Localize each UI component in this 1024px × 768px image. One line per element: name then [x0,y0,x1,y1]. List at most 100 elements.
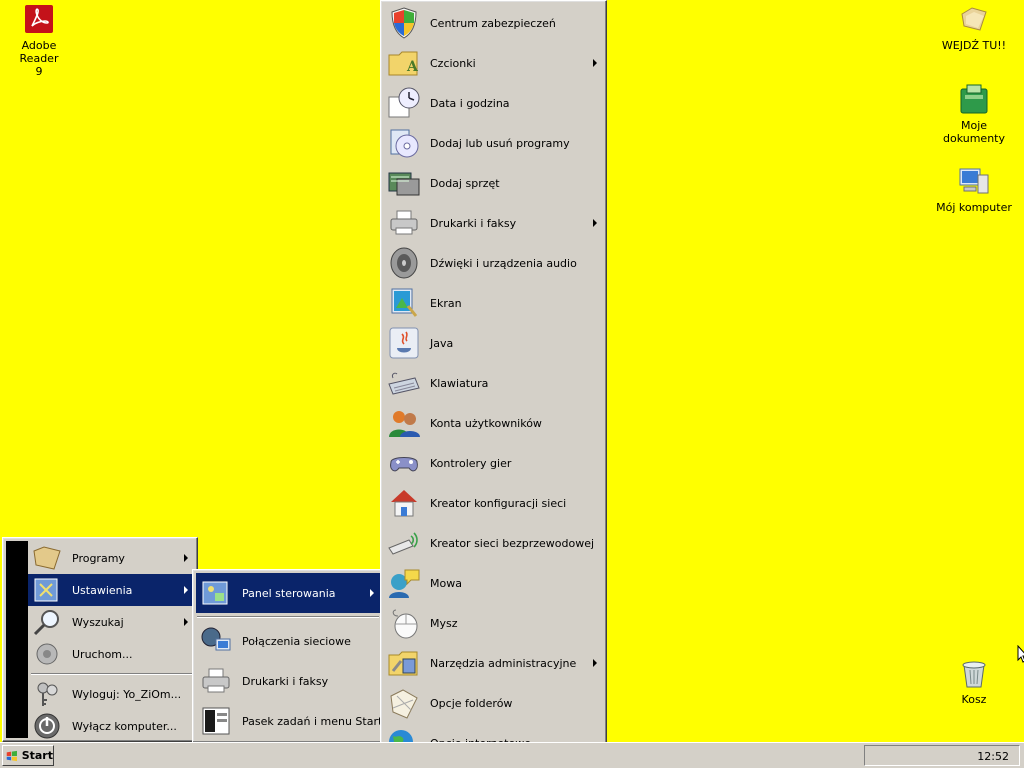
start-item-label: Ustawienia [72,583,133,597]
speech-icon [386,565,422,601]
cp-item-label: Dodaj sprzęt [430,176,500,190]
cp-item-label: Drukarki i faksy [430,216,517,230]
cp-item-user-accounts[interactable]: Konta użytkowników [384,403,603,443]
cp-item-wireless-wizard[interactable]: Kreator sieci bezprzewodowej [384,523,603,563]
cp-item-label: Kontrolery gier [430,456,512,470]
submenu-arrow-icon [593,59,597,67]
cp-item-add-hardware[interactable]: Dodaj sprzęt [384,163,603,203]
java-icon [386,325,422,361]
cp-item-network-setup-wizard[interactable]: Kreator konfiguracji sieci [384,483,603,523]
clock[interactable]: 12:52 [977,750,1009,763]
desktop-icon-label: WEJDŹ TU!! [941,39,1007,52]
desktop-icon-adobe-reader[interactable]: Adobe Reader 9 [1,2,77,78]
cp-item-label: Java [430,336,454,350]
start-item-label: Programy [72,551,125,565]
printer-icon [386,205,422,241]
wireless-icon [386,525,422,561]
start-item-search[interactable]: Wyszukaj [28,606,194,638]
printer-icon [198,663,234,699]
add-remove-programs-icon [386,125,422,161]
folder-options-icon [386,685,422,721]
start-item-settings[interactable]: Ustawienia [28,574,194,606]
desktop-icon-my-computer[interactable]: Mój komputer [936,164,1012,214]
cp-item-label: Klawiatura [430,376,489,390]
submenu-arrow-icon [184,618,188,626]
cp-item-label: Dźwięki i urządzenia audio [430,256,577,270]
windows-flag-icon [6,750,17,761]
network-connections-icon [198,623,234,659]
recycle-bin-icon [957,656,991,690]
svg-text:A: A [406,59,419,75]
control-panel-icon [198,575,234,611]
desktop-icon-recycle-bin[interactable]: Kosz [936,656,1012,706]
cp-item-date-time[interactable]: Data i godzina [384,83,603,123]
desktop-icon-label: Moje dokumenty [943,119,1005,145]
cp-item-label: Centrum zabezpieczeń [430,16,556,30]
start-button[interactable]: Start [2,745,54,766]
settings-submenu: Panel sterowania Połączenia sieciowe Dru… [192,569,384,743]
cp-item-security-center[interactable]: Centrum zabezpieczeń [384,3,603,43]
cp-item-admin-tools[interactable]: Narzędzia administracyjne [384,643,603,683]
start-item-programs[interactable]: Programy [28,542,194,574]
cp-item-label: Mowa [430,576,462,590]
taskbar: Start 12:52 [0,742,1024,768]
folder-icon [957,2,991,36]
cp-item-add-remove-programs[interactable]: Dodaj lub usuń programy [384,123,603,163]
start-item-logoff[interactable]: Wyloguj: Yo_ZiOm... [28,678,194,710]
user-accounts-icon [386,405,422,441]
cp-item-game-controllers[interactable]: Kontrolery gier [384,443,603,483]
desktop-icon-wejdz-tu[interactable]: WEJDŹ TU!! [936,2,1012,52]
submenu-arrow-icon [593,219,597,227]
cp-item-keyboard[interactable]: Klawiatura [384,363,603,403]
settings-item-taskbar[interactable]: Pasek zadań i menu Start [196,701,382,741]
run-icon [30,639,64,669]
desktop-icon-label: Kosz [961,693,987,706]
cp-item-fonts[interactable]: A Czcionki [384,43,603,83]
desktop-icon-label: Mój komputer [936,201,1012,214]
clock-icon [386,85,422,121]
submenu-arrow-icon [184,554,188,562]
mouse-icon [386,605,422,641]
start-button-label: Start [21,749,53,762]
control-panel-submenu: Centrum zabezpieczeń A Czcionki Data i g… [380,0,607,768]
submenu-arrow-icon [370,589,374,597]
start-menu: Programy Ustawienia Wyszukaj Uruchom... … [2,537,198,742]
cp-item-sounds[interactable]: Dźwięki i urządzenia audio [384,243,603,283]
admin-tools-icon [386,645,422,681]
fonts-folder-icon: A [386,45,422,81]
taskbar-icon [198,703,234,739]
cp-item-label: Data i godzina [430,96,510,110]
start-item-run[interactable]: Uruchom... [28,638,194,670]
cp-item-display[interactable]: Ekran [384,283,603,323]
system-tray: 12:52 [864,745,1020,766]
settings-item-network[interactable]: Połączenia sieciowe [196,621,380,661]
settings-item-printers[interactable]: Drukarki i faksy [196,661,380,701]
cp-item-speech[interactable]: Mowa [384,563,603,603]
adobe-reader-icon [22,2,56,36]
start-item-label: Wyloguj: Yo_ZiOm... [72,687,182,701]
logoff-icon [30,679,64,709]
my-documents-icon [957,82,991,116]
programs-icon [30,543,64,573]
desktop-icon-my-documents[interactable]: Moje dokumenty [936,82,1012,145]
settings-icon [30,575,64,605]
cp-item-label: Kreator sieci bezprzewodowej [430,536,595,550]
cp-item-mouse[interactable]: Mysz [384,603,603,643]
cp-item-label: Narzędzia administracyjne [430,656,577,670]
start-item-label: Wyszukaj [72,615,124,629]
desktop-icon-label: Adobe Reader 9 [19,39,59,78]
settings-item-control-panel[interactable]: Panel sterowania [196,573,380,613]
cp-item-label: Konta użytkowników [430,416,542,430]
start-item-shutdown[interactable]: Wyłącz komputer... [28,710,194,742]
settings-item-label: Drukarki i faksy [242,674,329,688]
cp-item-label: Opcje folderów [430,696,513,710]
cp-item-printers[interactable]: Drukarki i faksy [384,203,603,243]
my-computer-icon [957,164,991,198]
cp-item-java[interactable]: Java [384,323,603,363]
cp-item-label: Kreator konfiguracji sieci [430,496,567,510]
cp-item-folder-options[interactable]: Opcje folderów [384,683,603,723]
settings-item-label: Panel sterowania [242,586,336,600]
cp-item-label: Mysz [430,616,458,630]
start-menu-separator [31,673,193,675]
cp-item-label: Dodaj lub usuń programy [430,136,570,150]
